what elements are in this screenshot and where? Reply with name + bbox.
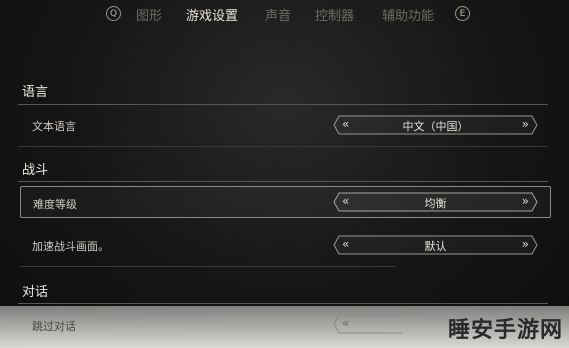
section-divider (18, 181, 548, 182)
chevron-double-right-icon[interactable]: » (522, 117, 529, 131)
top-tab-bar: Q 图形 游戏设置 声音 控制器 辅助功能 E (0, 4, 569, 26)
tab-controller[interactable]: 控制器 (315, 5, 354, 24)
section-divider (18, 303, 548, 304)
section-title-combat: 战斗 (22, 163, 49, 178)
setting-label: 跳过对话 (32, 320, 76, 333)
chevron-double-left-icon[interactable]: « (342, 316, 349, 330)
tab-accessibility[interactable]: 辅助功能 (382, 5, 434, 24)
section-divider (18, 104, 548, 105)
section-title-dialogue: 对话 (22, 285, 49, 300)
chevron-double-right-icon[interactable]: » (522, 237, 529, 251)
text-language-selector[interactable]: « 中文（中国） » (333, 115, 538, 135)
tab-game-settings[interactable]: 游戏设置 (186, 5, 238, 24)
selector-value: 默认 (424, 240, 447, 253)
chevron-double-left-icon[interactable]: « (342, 117, 349, 131)
selector-value: 中文（中国） (402, 120, 469, 133)
row-divider (18, 146, 548, 147)
tab-sound[interactable]: 声音 (265, 5, 291, 24)
chevron-double-left-icon[interactable]: « (342, 194, 349, 208)
q-key-prev-tab-icon[interactable]: Q (106, 6, 121, 21)
watermark-logo: 睡安手游网 (447, 318, 563, 343)
setting-label: 文本语言 (32, 120, 76, 133)
section-title-language: 语言 (22, 85, 49, 100)
speed-up-combat-selector[interactable]: « 默认 » (333, 235, 538, 255)
setting-label: 加速战斗画面。 (32, 240, 109, 253)
selector-value: 均衡 (424, 197, 447, 210)
row-divider (20, 266, 396, 267)
chevron-double-right-icon[interactable]: » (522, 194, 529, 208)
skip-dialogue-selector[interactable]: « (333, 314, 403, 334)
e-key-next-tab-icon[interactable]: E (455, 6, 470, 21)
difficulty-selector[interactable]: « 均衡 » (333, 192, 538, 212)
tab-graphics[interactable]: 图形 (136, 5, 162, 24)
chevron-double-left-icon[interactable]: « (342, 237, 349, 251)
setting-label: 难度等级 (33, 198, 77, 211)
